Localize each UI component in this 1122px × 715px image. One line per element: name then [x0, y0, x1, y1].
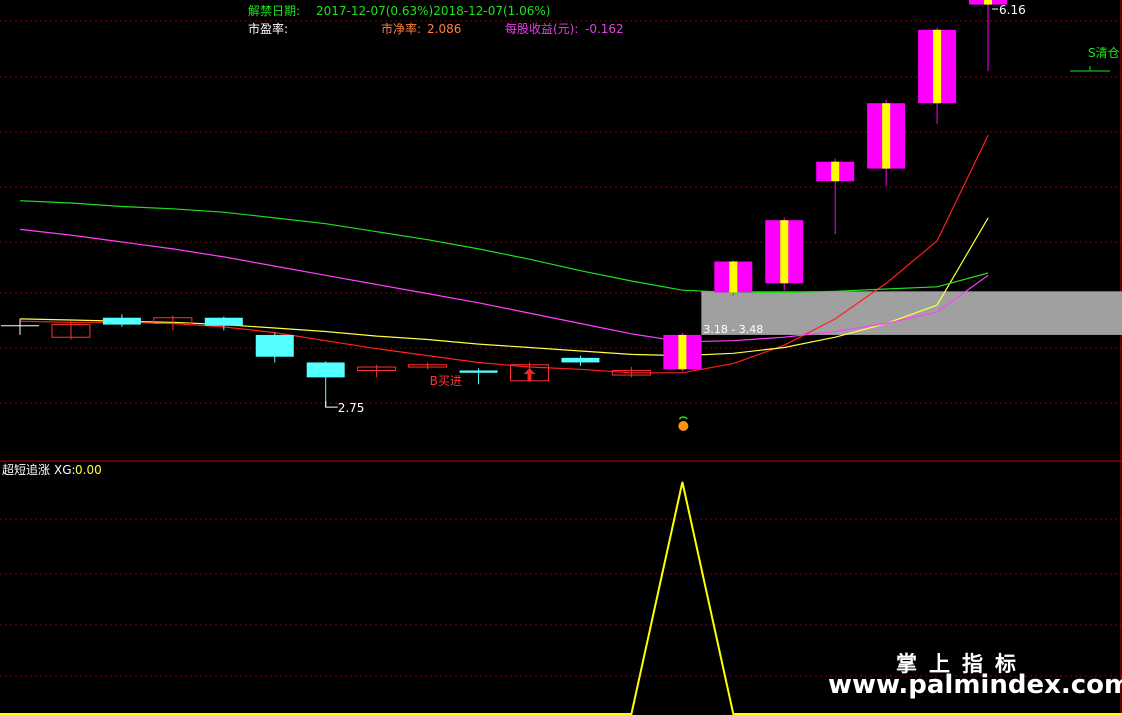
- eps-label: 每股收益(元):: [505, 22, 579, 36]
- buy-arrow-icon: [523, 368, 536, 381]
- ma-line-ma_mid: [19, 217, 989, 357]
- candle-core: [678, 334, 687, 370]
- candle-body: [204, 317, 243, 326]
- candle-core: [933, 29, 942, 104]
- indicator-title: 超短追涨: [2, 463, 51, 477]
- candle-core: [882, 103, 891, 169]
- candle-body: [561, 357, 600, 363]
- price-band: [701, 291, 1122, 335]
- eps-value: -0.162: [585, 22, 624, 36]
- grid: [0, 0, 1122, 715]
- candle-body: [102, 317, 141, 325]
- candle-core: [729, 261, 738, 293]
- pb-value: 2.086: [427, 22, 462, 36]
- ma-line-ma_longest: [19, 200, 989, 294]
- candle-body: [306, 362, 345, 378]
- indicator-xg-label: XG:: [54, 463, 76, 477]
- signal-dot-icon: [678, 421, 689, 431]
- candle-core: [984, 0, 993, 5]
- candle-body: [255, 334, 294, 357]
- low-price-label: 2.75: [338, 401, 365, 415]
- signal-dot-leaf-icon: [678, 416, 688, 420]
- candle-body: [459, 370, 498, 373]
- pe-label: 市盈率:: [248, 22, 289, 36]
- candle-core: [780, 220, 789, 284]
- indicator-xg-value: 0.00: [75, 463, 102, 477]
- low-marker: [325, 401, 338, 408]
- sell-label: S清仓: [1088, 46, 1120, 60]
- price-range-label: 3.18 - 3.48: [703, 323, 763, 336]
- pb-label: 市净率:: [381, 22, 422, 36]
- unlock-date-value: 2017-12-07(0.63%)2018-12-07(1.06%): [316, 4, 551, 18]
- high-price-label: 6.16: [999, 3, 1026, 17]
- stock-chart-canvas: 2.75 B买进 3.18 - 3.48 6.16 S清仓: [0, 0, 1122, 715]
- unlock-date-label: 解禁日期:: [248, 4, 301, 18]
- candle-core: [831, 161, 840, 182]
- buy-label: B买进: [430, 374, 462, 388]
- watermark-url: www.palmindex.com: [828, 670, 1122, 700]
